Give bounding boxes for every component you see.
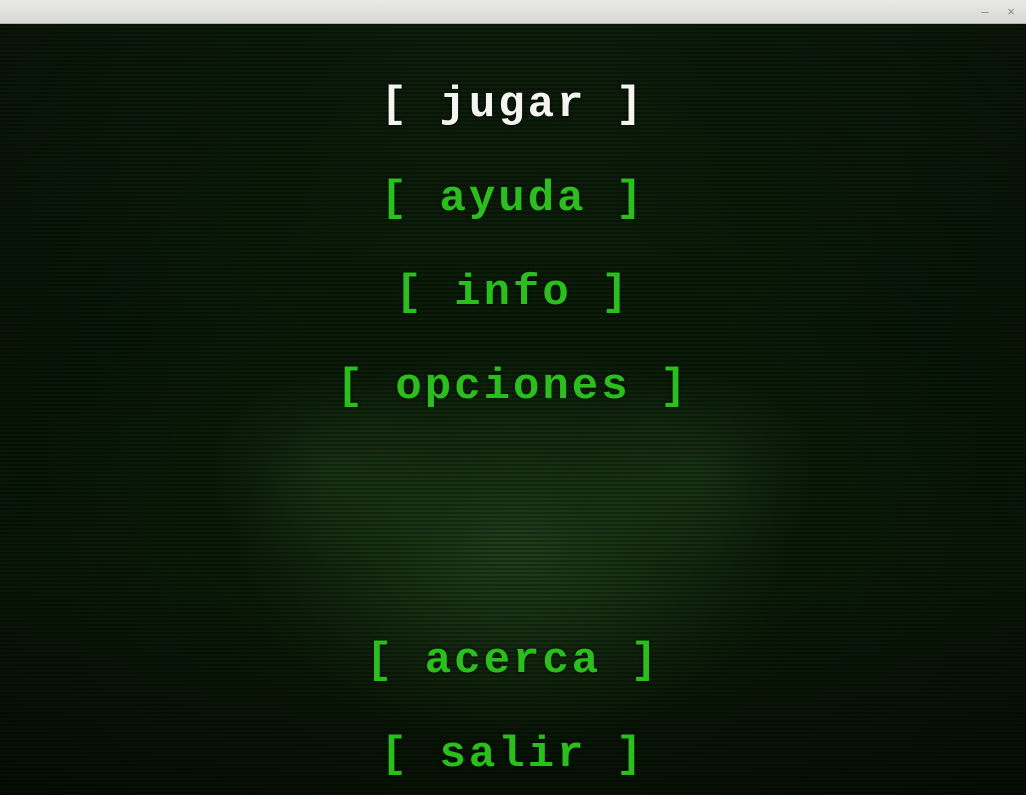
menu-group-primary: [ jugar ] [ ayuda ] [ info ] [ opciones …	[337, 80, 690, 412]
close-button[interactable]: ×	[1004, 5, 1018, 19]
menu-item-salir[interactable]: [ salir ]	[381, 730, 646, 780]
menu-item-ayuda[interactable]: [ ayuda ]	[381, 174, 646, 224]
menu-item-acerca[interactable]: [ acerca ]	[366, 636, 660, 686]
menu-item-info[interactable]: [ info ]	[395, 268, 630, 318]
menu-group-secondary: [ acerca ] [ salir ]	[366, 636, 660, 780]
menu-item-jugar[interactable]: [ jugar ]	[381, 80, 646, 130]
main-menu: [ jugar ] [ ayuda ] [ info ] [ opciones …	[0, 24, 1026, 795]
menu-item-opciones[interactable]: [ opciones ]	[337, 362, 690, 412]
window-titlebar: – ×	[0, 0, 1026, 24]
game-viewport: [ jugar ] [ ayuda ] [ info ] [ opciones …	[0, 24, 1026, 795]
minimize-button[interactable]: –	[978, 5, 992, 19]
